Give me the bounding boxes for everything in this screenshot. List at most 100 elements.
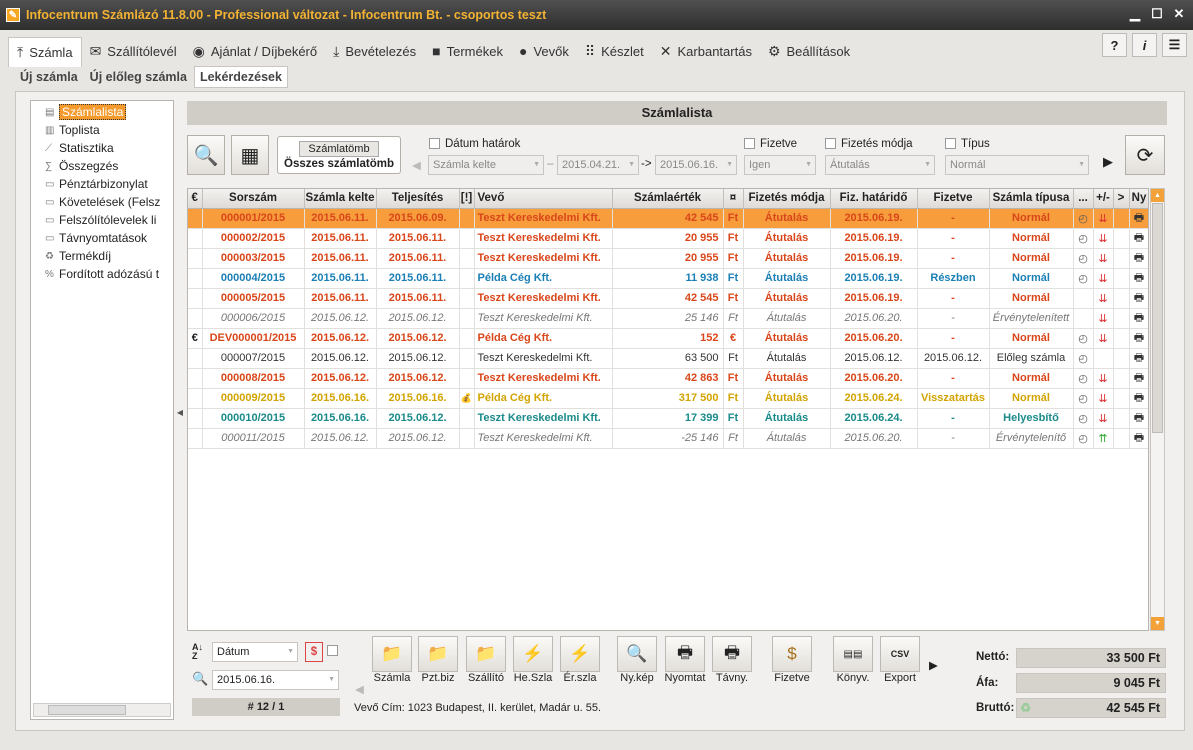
more-cell[interactable]: ◴ xyxy=(1073,388,1094,409)
table-row[interactable]: 000011/2015 2015.06.12. 2015.06.12. Teszt K… xyxy=(188,428,1148,449)
plusminus-cell[interactable]: ⇊ xyxy=(1093,308,1114,329)
menu-karbantartas[interactable]: ✕ Karbantartás xyxy=(652,37,760,65)
ny-cell[interactable]: 🖶 xyxy=(1129,288,1148,309)
ny-cell[interactable]: 🖶 xyxy=(1129,348,1148,369)
menu-ajanlat[interactable]: ◉ Ajánlat / Díjbekérő xyxy=(185,37,325,65)
more-cell[interactable]: ◴ xyxy=(1073,328,1094,349)
table-row[interactable]: 000010/2015 2015.06.16. 2015.06.12. Teszt K… xyxy=(188,408,1148,429)
table-row[interactable]: 000004/2015 2015.06.11. 2015.06.11. Példa C… xyxy=(188,268,1148,289)
table-row[interactable]: 000007/2015 2015.06.12. 2015.06.12. Teszt K… xyxy=(188,348,1148,369)
pzt-biz-button[interactable]: 📁 Pzt.biz xyxy=(416,636,460,688)
sort-field-select[interactable]: Dátum xyxy=(212,642,298,662)
more-filters-arrow[interactable]: ▶ xyxy=(1103,154,1113,170)
tab-uj-eloleg-szamla[interactable]: Új előleg számla xyxy=(85,67,192,87)
ny-cell[interactable]: 🖶 xyxy=(1129,388,1148,409)
col-flag[interactable]: [!] xyxy=(459,189,475,209)
table-row[interactable]: 000009/2015 2015.06.16. 2015.06.16. 💰 Példa … xyxy=(188,388,1148,409)
col-fiz-hatarido[interactable]: Fiz. határidő xyxy=(830,189,918,209)
col-ny[interactable]: Ny xyxy=(1129,189,1148,209)
ny-cell[interactable]: 🖶 xyxy=(1129,228,1148,249)
search-folder-button[interactable]: 🔍 xyxy=(187,135,225,175)
tavny-button[interactable]: 🖶 Távny. xyxy=(710,636,754,688)
more-cell[interactable]: ◴ xyxy=(1073,408,1094,429)
more-cell[interactable]: ◴ xyxy=(1073,428,1094,449)
tree-scroll-thumb[interactable] xyxy=(48,705,126,715)
fizetve-filter-label[interactable]: Fizetve xyxy=(744,138,797,150)
plusminus-cell[interactable]: ⇊ xyxy=(1093,408,1114,429)
table-row[interactable]: 000003/2015 2015.06.11. 2015.06.11. Teszt K… xyxy=(188,248,1148,269)
tree-item-termekdij[interactable]: ♻ Termékdíj xyxy=(31,247,173,265)
tipus-filter-label[interactable]: Típus xyxy=(945,138,990,150)
ny-cell[interactable]: 🖶 xyxy=(1129,328,1148,349)
more-cell[interactable]: ◴ xyxy=(1073,268,1094,289)
konyv-button[interactable]: ▤▤ Könyv. xyxy=(831,636,875,688)
col-fizetve[interactable]: Fizetve xyxy=(917,189,990,209)
tree-item-kovetelesek[interactable]: ▭ Követelések (Felsz xyxy=(31,193,173,211)
ny-cell[interactable]: 🖶 xyxy=(1129,268,1148,289)
tree-item-szamlalista[interactable]: ▤ Számlalista xyxy=(31,103,173,121)
col-szamla-tipusa[interactable]: Számla típusa xyxy=(989,189,1074,209)
col-szamlaertek[interactable]: Számlaérték xyxy=(612,189,724,209)
ny-cell[interactable]: 🖶 xyxy=(1129,308,1148,329)
col-more[interactable]: ... xyxy=(1073,189,1094,209)
menu-bevetelezes[interactable]: ⤓ Bevételezés xyxy=(325,37,424,65)
list-menu-icon[interactable]: ☰ xyxy=(1162,33,1187,57)
more-cell[interactable]: ◴ xyxy=(1073,248,1094,269)
scroll-up-arrow[interactable]: ▲ xyxy=(1151,189,1164,202)
more-cell[interactable]: ◴ xyxy=(1073,228,1094,249)
fizetve-select[interactable]: Igen xyxy=(744,155,816,175)
date-to-input[interactable]: 2015.06.16. xyxy=(655,155,737,175)
plusminus-cell[interactable]: ⇊ xyxy=(1093,268,1114,289)
fizetve-button[interactable]: $ Fizetve xyxy=(770,636,814,688)
tree-item-penztarbizonylat[interactable]: ▭ Pénztárbizonylat xyxy=(31,175,173,193)
ny-cell[interactable]: 🖶 xyxy=(1129,208,1148,229)
more-cell[interactable]: ◴ xyxy=(1073,348,1094,369)
toolbar-right-arrow[interactable]: ▶ xyxy=(929,658,938,672)
table-row[interactable]: 000008/2015 2015.06.12. 2015.06.12. Teszt K… xyxy=(188,368,1148,389)
datum-filter-label[interactable]: Dátum határok xyxy=(429,138,520,150)
er-szla-button[interactable]: ⚡ Ér.szla xyxy=(558,636,602,688)
he-szla-button[interactable]: ⚡ He.Szla xyxy=(511,636,555,688)
plusminus-cell[interactable]: ⇊ xyxy=(1093,288,1114,309)
tree-item-toplista[interactable]: ▥ Toplista xyxy=(31,121,173,139)
table-row[interactable]: 000006/2015 2015.06.12. 2015.06.12. Teszt K… xyxy=(188,308,1148,329)
plusminus-cell[interactable]: ⇊ xyxy=(1093,208,1114,229)
menu-szamla[interactable]: ⤒ Számla xyxy=(8,37,82,67)
tab-lekerdezesek[interactable]: Lekérdezések xyxy=(193,66,288,88)
fizmod-checkbox[interactable] xyxy=(825,138,836,150)
plusminus-cell[interactable] xyxy=(1093,348,1114,369)
fizmod-select[interactable]: Átutalás xyxy=(825,155,935,175)
menu-vevok[interactable]: ● Vevők xyxy=(511,37,577,65)
help-icon[interactable]: ? xyxy=(1102,33,1127,57)
tipus-checkbox[interactable] xyxy=(945,138,956,150)
szamlatomb-button[interactable]: Számlatömb xyxy=(299,141,379,157)
tree-item-statisztika[interactable]: ⟋ Statisztika xyxy=(31,139,173,157)
table-row[interactable]: 000005/2015 2015.06.11. 2015.06.11. Teszt K… xyxy=(188,288,1148,309)
szamlatomb-selector[interactable]: Számlatömb Összes számlatömb xyxy=(277,136,401,174)
tree-item-tavnyomtatasok[interactable]: ▭ Távnyomtatások xyxy=(31,229,173,247)
menu-termekek[interactable]: ■ Termékek xyxy=(424,37,511,65)
more-cell[interactable]: ◴ xyxy=(1073,368,1094,389)
ny-cell[interactable]: 🖶 xyxy=(1129,248,1148,269)
ny-cell[interactable]: 🖶 xyxy=(1129,408,1148,429)
tree-item-felszolitolevelek[interactable]: ▭ Felszólítólevelek li xyxy=(31,211,173,229)
date-from-input[interactable]: 2015.04.21. xyxy=(557,155,639,175)
archive-button[interactable]: ▦ xyxy=(231,135,269,175)
splitter-handle[interactable]: ◀ xyxy=(177,362,183,462)
more-cell[interactable] xyxy=(1073,308,1094,329)
table-vscrollbar[interactable]: ▲ ▼ xyxy=(1150,188,1165,631)
col-currency[interactable]: € xyxy=(188,189,203,209)
szallito-button[interactable]: 📁 Szállító xyxy=(464,636,508,688)
col-plusminus[interactable]: +/- xyxy=(1093,189,1114,209)
menu-szallitolevel[interactable]: ✉ Szállítólevél xyxy=(82,37,185,65)
datum-type-select[interactable]: Számla kelte xyxy=(428,155,544,175)
more-cell[interactable] xyxy=(1073,288,1094,309)
col-teljesites[interactable]: Teljesítés xyxy=(376,189,460,209)
ny-cell[interactable]: 🖶 xyxy=(1129,428,1148,449)
menu-keszlet[interactable]: ⠿ Készlet xyxy=(577,37,652,65)
ny-cell[interactable]: 🖶 xyxy=(1129,368,1148,389)
maximize-button[interactable]: ☐ xyxy=(1147,5,1167,23)
col-vevo[interactable]: Vevő xyxy=(474,189,613,209)
col-penznem[interactable]: ¤ xyxy=(723,189,744,209)
scroll-down-arrow[interactable]: ▼ xyxy=(1151,617,1164,630)
